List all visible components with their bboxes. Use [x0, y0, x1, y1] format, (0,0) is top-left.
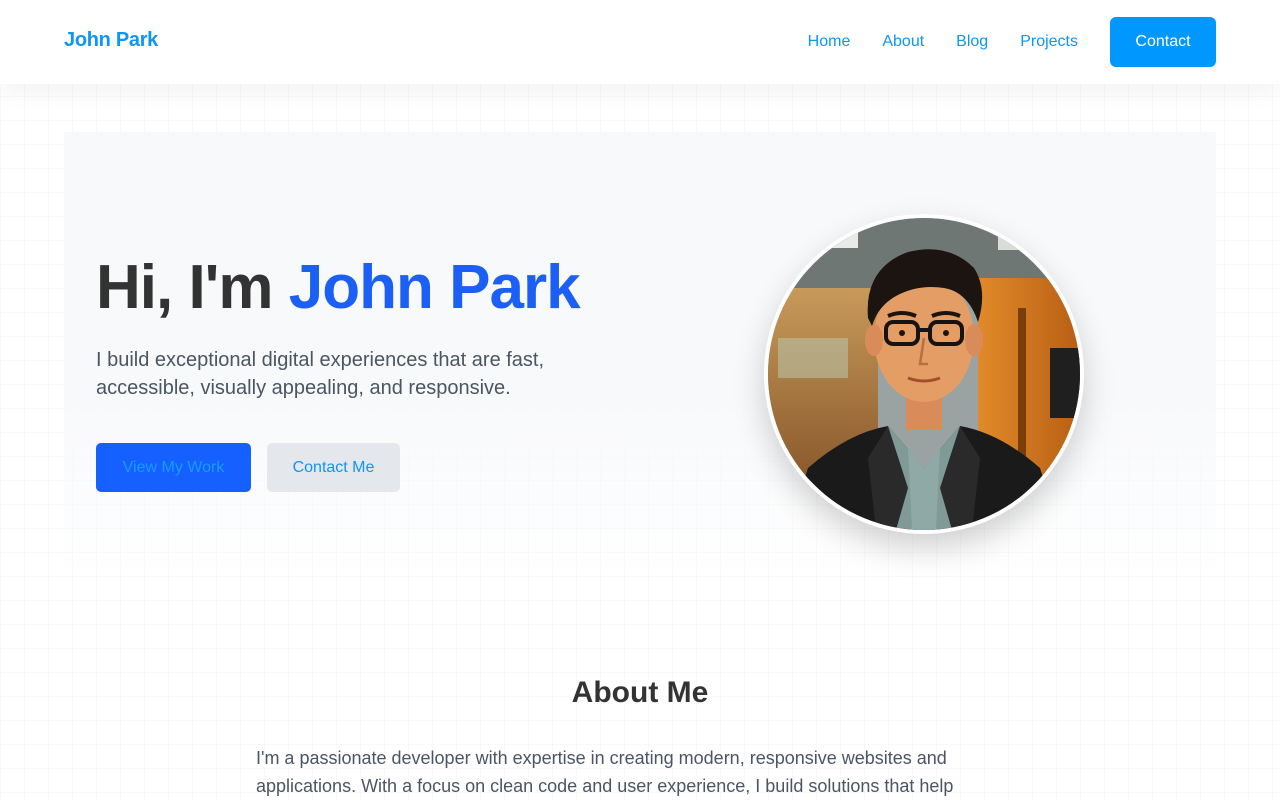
- main-nav: Home About Blog Projects Contact: [808, 17, 1216, 67]
- portrait-illustration: [768, 218, 1080, 530]
- hero-subtitle: I build exceptional digital experiences …: [96, 349, 545, 399]
- avatar: [764, 214, 1084, 534]
- about-title: About Me: [571, 676, 709, 709]
- contact-me-button[interactable]: Contact Me: [267, 443, 400, 492]
- nav-about[interactable]: About: [882, 17, 924, 67]
- view-my-work-button[interactable]: View My Work: [96, 443, 251, 492]
- nav-home[interactable]: Home: [808, 17, 851, 67]
- nav-blog[interactable]: Blog: [956, 17, 988, 67]
- nav-projects[interactable]: Projects: [1020, 17, 1078, 67]
- hero-title: Hi, I'm John Park: [96, 250, 581, 326]
- brand-logo[interactable]: John Park: [64, 29, 158, 52]
- hero-name: John Park: [288, 253, 581, 322]
- hero-greeting: Hi, I'm: [96, 253, 274, 322]
- about-text: I'm a passionate developer with expertis…: [256, 748, 954, 796]
- hero-section: Hi, I'm John Park I build exceptional di…: [64, 132, 1216, 580]
- contact-button[interactable]: Contact: [1110, 17, 1216, 67]
- site-header: John Park Home About Blog Projects Conta…: [0, 0, 1280, 84]
